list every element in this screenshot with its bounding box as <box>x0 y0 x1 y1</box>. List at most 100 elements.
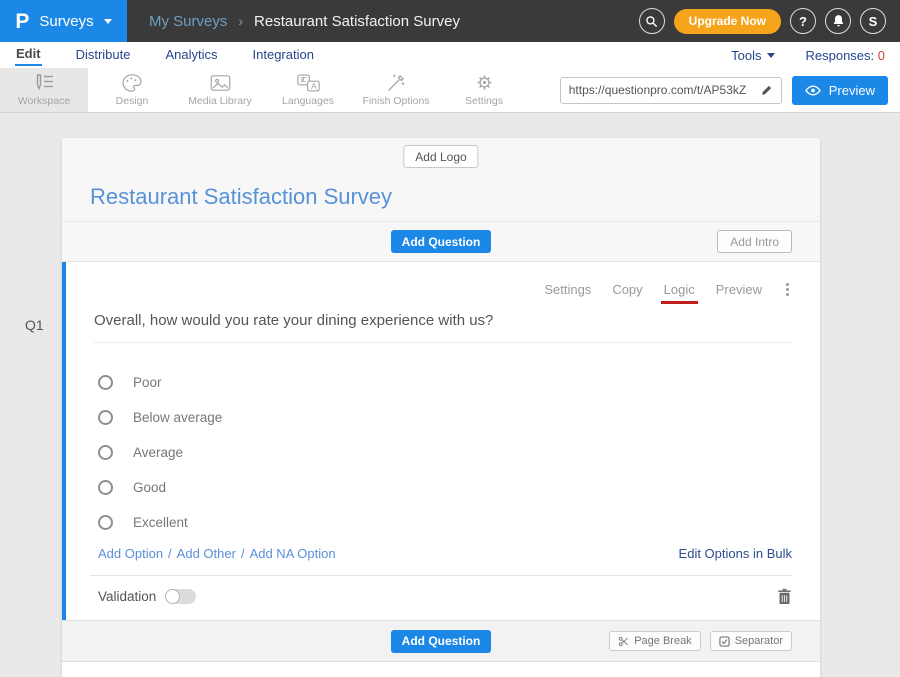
toolbar-item-settings[interactable]: Settings <box>440 68 528 112</box>
separator-label: Separator <box>735 635 783 647</box>
chevron-down-icon <box>104 19 112 24</box>
add-option-link[interactable]: Add Option <box>98 546 163 561</box>
account-avatar[interactable]: S <box>860 8 886 34</box>
survey-link-area: Preview <box>560 68 888 112</box>
option-label[interactable]: Below average <box>133 410 222 425</box>
add-logo-button[interactable]: Add Logo <box>403 145 478 168</box>
radio-button-icon[interactable] <box>98 445 113 460</box>
product-menu[interactable]: P Surveys <box>0 0 127 42</box>
option-row: Good <box>98 470 792 505</box>
add-option-links: Add Option / Add Other / Add NA Option <box>98 546 336 561</box>
page-break-button[interactable]: Page Break <box>609 631 700 651</box>
survey-url-input[interactable] <box>561 83 754 97</box>
separator-button[interactable]: Separator <box>710 631 792 651</box>
magic-wand-icon <box>386 73 406 92</box>
tab-edit[interactable]: Edit <box>15 44 42 66</box>
tab-analytics[interactable]: Analytics <box>164 45 218 65</box>
svg-text:A: A <box>311 80 317 90</box>
translate-icon: A <box>297 73 320 92</box>
question-block-q1: Settings Copy Logic Preview Overall, how… <box>62 262 820 620</box>
workspace-icon <box>33 73 55 92</box>
toolbar-item-label: Languages <box>282 95 334 107</box>
validation-row: Validation <box>90 575 792 605</box>
responses-label: Responses: <box>805 48 874 63</box>
breadcrumb-my-surveys[interactable]: My Surveys <box>149 13 227 30</box>
radio-button-icon[interactable] <box>98 515 113 530</box>
option-row: Excellent <box>98 505 792 540</box>
responses-indicator[interactable]: Responses: 0 <box>805 48 885 63</box>
toolbar-item-media-library[interactable]: Media Library <box>176 68 264 112</box>
scissors-icon <box>618 636 629 647</box>
question-action-menu: Settings Copy Logic Preview <box>90 262 792 297</box>
upgrade-now-button[interactable]: Upgrade Now <box>674 9 781 34</box>
top-header-bar: P Surveys My Surveys › Restaurant Satisf… <box>0 0 900 42</box>
toolbar-item-design[interactable]: Design <box>88 68 176 112</box>
toolbar-item-workspace[interactable]: Workspace <box>0 68 88 112</box>
edit-options-in-bulk-link[interactable]: Edit Options in Bulk <box>679 546 792 561</box>
preview-button[interactable]: Preview <box>792 76 888 105</box>
validation-toggle[interactable] <box>165 589 196 604</box>
question-preview-link[interactable]: Preview <box>716 282 762 297</box>
footer-right-buttons: Page Break Separator <box>609 631 792 651</box>
survey-header-section: Add Logo Restaurant Satisfaction Survey <box>62 138 820 222</box>
question-text[interactable]: Overall, how would you rate your dining … <box>94 312 792 343</box>
add-other-link[interactable]: Add Other <box>177 546 236 561</box>
survey-editor-card: Add Logo Restaurant Satisfaction Survey … <box>62 138 820 677</box>
option-label[interactable]: Poor <box>133 375 162 390</box>
link-separator: / <box>241 546 245 561</box>
question-copy-link[interactable]: Copy <box>612 282 642 297</box>
breadcrumb-separator: › <box>238 13 243 29</box>
option-label[interactable]: Excellent <box>133 515 188 530</box>
tools-dropdown[interactable]: Tools <box>731 48 775 63</box>
add-question-button-top[interactable]: Add Question <box>391 230 492 253</box>
toolbar-item-label: Workspace <box>18 95 70 107</box>
link-separator: / <box>168 546 172 561</box>
toggle-knob <box>165 589 180 604</box>
toolbar-item-label: Design <box>116 95 149 107</box>
toolbar-item-languages[interactable]: A Languages <box>264 68 352 112</box>
option-row: Poor <box>98 365 792 400</box>
page-break-label: Page Break <box>634 635 691 647</box>
header-actions: Upgrade Now ? S <box>639 8 886 34</box>
search-button[interactable] <box>639 8 665 34</box>
validation-label: Validation <box>98 589 156 604</box>
add-question-row-bottom: Add Question Page Break Separator <box>62 620 820 662</box>
radio-button-icon[interactable] <box>98 410 113 425</box>
gear-icon <box>475 73 494 92</box>
option-label[interactable]: Average <box>133 445 183 460</box>
chevron-down-icon <box>767 53 775 58</box>
tab-distribute[interactable]: Distribute <box>75 45 132 65</box>
edit-url-button[interactable] <box>754 78 781 103</box>
tab-integration[interactable]: Integration <box>252 45 315 65</box>
survey-nav-tabs: Edit Distribute Analytics Integration To… <box>0 42 900 68</box>
add-intro-button[interactable]: Add Intro <box>717 230 792 253</box>
question-more-options-icon[interactable] <box>783 282 792 297</box>
delete-question-button[interactable] <box>777 588 792 605</box>
survey-url-box <box>560 77 782 104</box>
option-row: Below average <box>98 400 792 435</box>
survey-title[interactable]: Restaurant Satisfaction Survey <box>90 184 392 210</box>
question-settings-link[interactable]: Settings <box>544 282 591 297</box>
add-question-button-bottom[interactable]: Add Question <box>391 630 492 653</box>
question-logic-link[interactable]: Logic <box>664 282 695 297</box>
add-question-row-top: Add Question Add Intro <box>62 222 820 262</box>
pencil-icon <box>761 84 773 96</box>
toolbar-item-label: Media Library <box>188 95 252 107</box>
add-na-option-link[interactable]: Add NA Option <box>250 546 336 561</box>
image-icon <box>210 73 231 92</box>
notifications-button[interactable] <box>825 8 851 34</box>
option-row: Average <box>98 435 792 470</box>
toolbar-item-finish-options[interactable]: Finish Options <box>352 68 440 112</box>
option-label[interactable]: Good <box>133 480 166 495</box>
toolbar-item-label: Settings <box>465 95 503 107</box>
option-links-row: Add Option / Add Other / Add NA Option E… <box>98 546 792 561</box>
help-button[interactable]: ? <box>790 8 816 34</box>
tools-label: Tools <box>731 48 761 63</box>
radio-button-icon[interactable] <box>98 375 113 390</box>
trash-icon <box>777 588 792 605</box>
bell-icon <box>832 14 845 28</box>
next-section-strip <box>62 662 820 677</box>
checkbox-icon <box>719 636 730 647</box>
toolbar-item-label: Finish Options <box>362 95 429 107</box>
radio-button-icon[interactable] <box>98 480 113 495</box>
